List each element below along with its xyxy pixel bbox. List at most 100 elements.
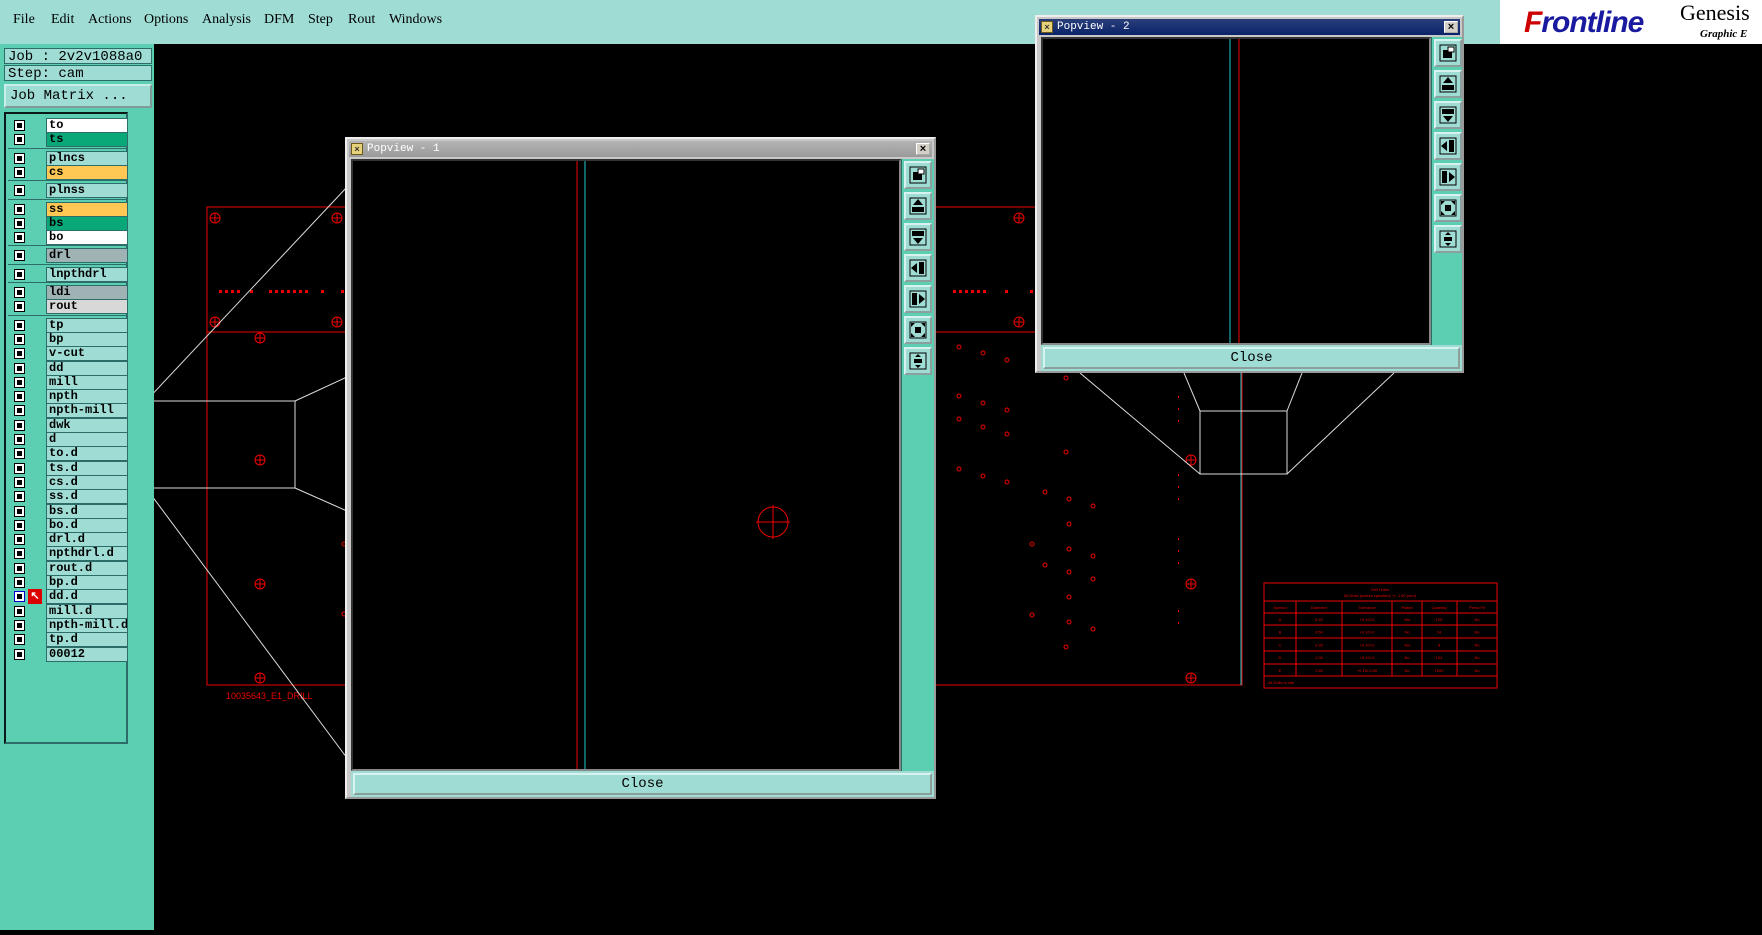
layer-row-rout[interactable]: rout <box>10 299 128 315</box>
menu-rout[interactable]: Rout <box>348 12 375 28</box>
layer-checkbox[interactable] <box>14 391 25 403</box>
layer-checkbox[interactable] <box>14 362 25 374</box>
popview-1-titlebar[interactable]: × Popview - 1 × <box>349 141 932 157</box>
layer-checkbox[interactable] <box>14 319 25 331</box>
pan-down-button[interactable] <box>1434 101 1462 129</box>
layer-checkbox[interactable] <box>14 476 25 488</box>
layer-checkbox[interactable] <box>14 134 25 146</box>
menu-edit[interactable]: Edit <box>51 12 74 28</box>
layer-row-mill.d[interactable]: mill.d <box>10 603 128 619</box>
popview-2-close-button[interactable]: Close <box>1043 347 1460 369</box>
zoom-out-button[interactable] <box>904 347 932 375</box>
layer-row-ts[interactable]: ts <box>10 132 128 148</box>
layer-checkbox[interactable] <box>14 619 25 631</box>
pan-left-button[interactable] <box>904 254 932 282</box>
layer-row-npth-mill[interactable]: npth-mill <box>10 403 128 419</box>
layer-checkbox[interactable] <box>14 301 25 313</box>
layer-checkbox[interactable] <box>14 376 25 388</box>
layer-row-mill[interactable]: mill <box>10 374 128 390</box>
layer-row-00012[interactable]: 00012 <box>10 646 128 662</box>
zoom-out-button[interactable] <box>1434 225 1462 253</box>
layer-checkbox[interactable] <box>14 505 25 517</box>
layer-row-dd[interactable]: dd <box>10 360 128 376</box>
layer-checkbox[interactable] <box>14 232 25 244</box>
layer-checkbox[interactable] <box>14 548 25 560</box>
layer-row-d[interactable]: d <box>10 432 128 447</box>
layer-row-cs[interactable]: cs <box>10 164 128 180</box>
popview-2-view[interactable] <box>1041 37 1431 345</box>
layer-row-bp.d[interactable]: bp.d <box>10 575 128 590</box>
zoom-home-button[interactable] <box>904 161 932 189</box>
pan-right-button[interactable] <box>904 285 932 313</box>
layer-checkbox[interactable] <box>14 491 25 503</box>
zoom-in-button[interactable] <box>1434 194 1462 222</box>
layer-checkbox[interactable] <box>14 648 25 660</box>
menu-file[interactable]: File <box>13 12 35 28</box>
layer-row-drl[interactable]: drl <box>10 248 128 264</box>
layer-row-bs.d[interactable]: bs.d <box>10 503 128 519</box>
layer-checkbox[interactable] <box>14 605 25 617</box>
layer-checkbox[interactable] <box>14 448 25 460</box>
layer-checkbox[interactable] <box>14 250 25 262</box>
menu-step[interactable]: Step <box>308 12 333 28</box>
layer-row-to[interactable]: to <box>10 118 128 133</box>
menu-analysis[interactable]: Analysis <box>202 12 251 28</box>
layer-row-ss[interactable]: ss <box>10 201 128 217</box>
pan-up-button[interactable] <box>1434 70 1462 98</box>
close-icon[interactable]: × <box>916 143 930 155</box>
layer-checkbox[interactable] <box>14 120 25 131</box>
layer-checkbox[interactable] <box>14 152 25 164</box>
pan-left-button[interactable] <box>1434 132 1462 160</box>
menu-actions[interactable]: Actions <box>88 12 132 28</box>
layer-checkbox[interactable] <box>14 405 25 417</box>
layer-row-npth[interactable]: npth <box>10 389 128 405</box>
popview-1-close-button[interactable]: Close <box>353 773 932 795</box>
layer-checkbox[interactable] <box>14 203 25 215</box>
layer-checkbox[interactable] <box>14 166 25 178</box>
pan-right-button[interactable] <box>1434 163 1462 191</box>
layer-row-rout.d[interactable]: rout.d <box>10 560 128 576</box>
layer-checkbox[interactable] <box>14 434 25 445</box>
layer-checkbox[interactable] <box>14 634 25 646</box>
layer-checkbox[interactable] <box>14 348 25 360</box>
layer-row-v-cut[interactable]: v-cut <box>10 346 128 362</box>
layer-row-to.d[interactable]: to.d <box>10 446 128 462</box>
layer-row-bo.d[interactable]: bo.d <box>10 517 128 533</box>
pan-up-button[interactable] <box>904 192 932 220</box>
layer-row-bo[interactable]: bo <box>10 230 128 246</box>
layer-checkbox[interactable] <box>14 185 25 197</box>
layer-checkbox[interactable] <box>14 462 25 474</box>
layer-row-dd.d[interactable]: ↖ dd.d <box>10 589 128 605</box>
menu-options[interactable]: Options <box>144 12 188 28</box>
popview-2-titlebar[interactable]: × Popview - 2 × <box>1039 19 1460 35</box>
layer-row-ldi[interactable]: ldi <box>10 285 128 300</box>
layer-row-drl.d[interactable]: drl.d <box>10 532 128 548</box>
zoom-in-button[interactable] <box>904 316 932 344</box>
layer-checkbox[interactable] <box>14 419 25 431</box>
layer-row-tp[interactable]: tp <box>10 317 128 333</box>
close-icon[interactable]: × <box>1444 21 1458 33</box>
layer-row-plncs[interactable]: plncs <box>10 150 128 166</box>
menu-dfm[interactable]: DFM <box>264 12 294 28</box>
layer-checkbox[interactable] <box>14 534 25 546</box>
layer-row-lnpthdrl[interactable]: lnpthdrl <box>10 266 128 282</box>
layer-row-ts.d[interactable]: ts.d <box>10 460 128 476</box>
pan-down-button[interactable] <box>904 223 932 251</box>
layer-row-ss.d[interactable]: ss.d <box>10 489 128 505</box>
layer-checkbox[interactable] <box>14 217 25 229</box>
popview-1-view[interactable] <box>351 159 901 771</box>
layer-row-cs.d[interactable]: cs.d <box>10 474 128 490</box>
layer-checkbox[interactable] <box>14 268 25 280</box>
layer-checkbox[interactable] <box>14 562 25 574</box>
layer-checkbox[interactable] <box>14 333 25 345</box>
layer-checkbox[interactable] <box>14 519 25 531</box>
job-matrix-button[interactable]: Job Matrix ... <box>4 84 152 108</box>
layer-row-tp.d[interactable]: tp.d <box>10 632 128 648</box>
layer-row-dwk[interactable]: dwk <box>10 417 128 433</box>
layer-row-npthdrl.d[interactable]: npthdrl.d <box>10 546 128 562</box>
layer-checkbox[interactable] <box>14 591 25 603</box>
menu-windows[interactable]: Windows <box>389 12 442 28</box>
layer-row-bs[interactable]: bs <box>10 215 128 231</box>
zoom-home-button[interactable] <box>1434 39 1462 67</box>
layer-row-plnss[interactable]: plnss <box>10 183 128 199</box>
